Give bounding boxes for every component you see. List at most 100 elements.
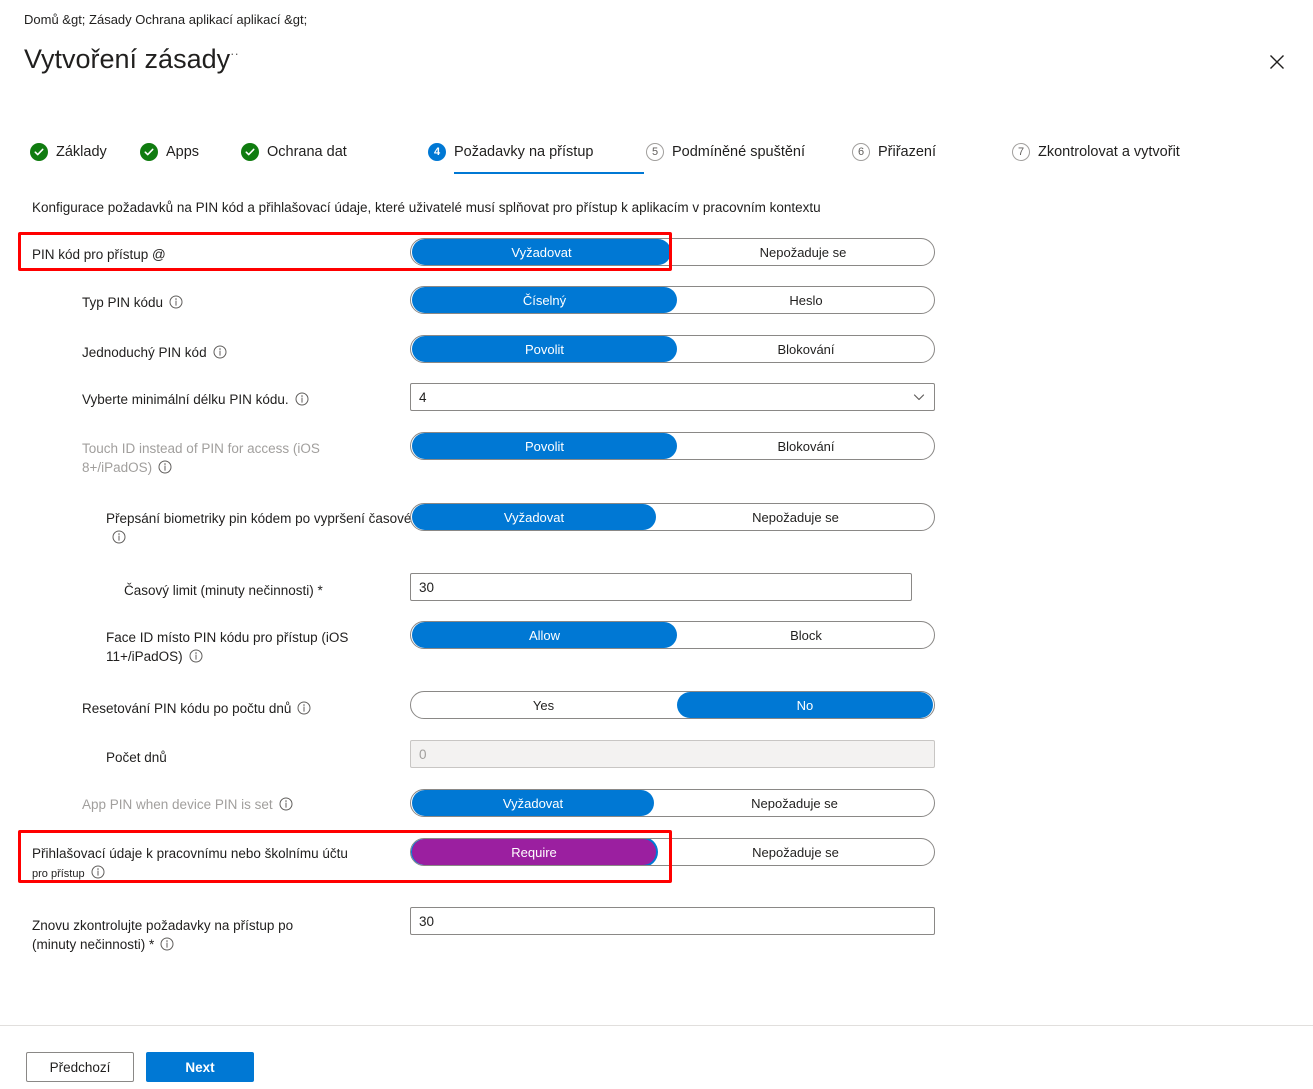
wizard-step-label: Apps: [166, 144, 200, 160]
toggle-option-touch-id-1[interactable]: Blokování: [678, 433, 934, 459]
field-label-timeout-minutes: Časový limit (minuty nečinnosti) *: [124, 581, 323, 600]
toggle-option-biometric-override-0[interactable]: Vyžadovat: [412, 504, 657, 530]
toggle-option-touch-id-0[interactable]: Povolit: [412, 433, 677, 459]
toggle-option-simple-pin-1[interactable]: Blokování: [678, 336, 934, 362]
dropdown-min-pin-length[interactable]: 4: [410, 383, 935, 411]
footer-actions: Předchozí Next: [26, 1052, 254, 1082]
toggle-option-pin-reset-after-days-0[interactable]: Yes: [411, 692, 676, 718]
toggle-touch-id[interactable]: Povolit Blokování: [410, 432, 935, 460]
toggle-option-work-school-credentials-0[interactable]: Require: [412, 839, 657, 865]
toggle-pin-for-access[interactable]: Vyžadovat Nepožaduje se: [410, 238, 935, 266]
toggle-option-work-school-credentials-1[interactable]: Nepožaduje se: [657, 839, 934, 865]
toggle-work-school-credentials[interactable]: Require Nepožaduje se: [410, 838, 935, 866]
field-label-text: Typ PIN kódu: [82, 295, 164, 310]
field-label-number-of-days: Počet dnů: [106, 748, 167, 767]
info-icon[interactable]: [91, 865, 105, 879]
field-label-text: Počet dnů: [106, 750, 167, 765]
wizard-steps: Základy Apps Ochrana dat 4 Požadavky na přís…: [30, 138, 1280, 174]
toggle-option-face-id-0[interactable]: Allow: [412, 622, 677, 648]
info-icon[interactable]: [160, 937, 174, 951]
field-label-text: Časový limit (minuty nečinnosti) *: [124, 583, 323, 598]
field-label-touch-id: Touch ID instead of PIN for access (iOS …: [82, 439, 372, 477]
toggle-option-pin-type-0[interactable]: Číselný: [412, 287, 677, 313]
page-title-suffix: ··: [230, 46, 239, 61]
toggle-option-biometric-override-1[interactable]: Nepožaduje se: [657, 504, 934, 530]
toggle-option-app-pin-when-device-pin-0[interactable]: Vyžadovat: [412, 790, 655, 816]
info-icon[interactable]: [112, 530, 126, 544]
field-label-face-id: Face ID místo PIN kódu pro přístup (iOS …: [106, 628, 406, 666]
step-number-badge: 6: [852, 143, 870, 161]
field-label-text: Jednoduchý PIN kód: [82, 345, 207, 360]
toggle-option-face-id-1[interactable]: Block: [678, 622, 934, 648]
field-label-pin-reset-after-days: Resetování PIN kódu po počtu dnů: [82, 699, 311, 718]
field-label-text: Face ID místo PIN kódu pro přístup (iOS …: [106, 630, 349, 664]
wizard-step-label: Požadavky na přístup: [454, 144, 594, 160]
check-icon: [140, 143, 158, 161]
wizard-step-label: Podmíněné spuštění: [672, 144, 806, 160]
wizard-step-1[interactable]: Základy: [30, 138, 107, 166]
field-label-text: Touch ID instead of PIN for access (iOS …: [82, 441, 320, 475]
wizard-step-label: Ochrana dat: [267, 144, 347, 160]
check-icon: [241, 143, 259, 161]
field-label-text: Přepsání biometriky pin kódem po vypršen…: [106, 511, 462, 526]
wizard-step-5[interactable]: 5 Podmíněné spuštění: [646, 138, 805, 166]
info-icon[interactable]: [297, 701, 311, 715]
page-title: Vytvoření zásady··: [24, 44, 239, 75]
field-label-text-line2: pro přístup: [32, 868, 85, 880]
toggle-pin-reset-after-days[interactable]: Yes No: [410, 691, 935, 719]
toggle-biometric-override[interactable]: Vyžadovat Nepožaduje se: [410, 503, 935, 531]
info-icon[interactable]: [158, 460, 172, 474]
info-icon[interactable]: [279, 797, 293, 811]
step-number-badge: 4: [428, 143, 446, 161]
toggle-option-pin-for-access-0[interactable]: Vyžadovat: [412, 239, 671, 265]
toggle-option-simple-pin-0[interactable]: Povolit: [412, 336, 677, 362]
check-icon: [30, 143, 48, 161]
wizard-step-3[interactable]: Ochrana dat: [241, 138, 347, 166]
field-label-recheck-access-requirements: Znovu zkontrolujte požadavky na přístup …: [32, 916, 332, 954]
toggle-simple-pin[interactable]: Povolit Blokování: [410, 335, 935, 363]
step-number-badge: 5: [646, 143, 664, 161]
field-label-text: PIN kód pro přístup @: [32, 247, 166, 262]
previous-button[interactable]: Předchozí: [26, 1052, 134, 1082]
toggle-option-app-pin-when-device-pin-1[interactable]: Nepožaduje se: [655, 790, 934, 816]
field-label-text: Resetování PIN kódu po počtu dnů: [82, 701, 292, 716]
field-label-work-school-credentials: Přihlašovací údaje k pracovnímu nebo ško…: [32, 844, 404, 884]
field-label-text: App PIN when device PIN is set: [82, 797, 273, 812]
field-label-min-pin-length: Vyberte minimální délku PIN kódu.: [82, 390, 309, 409]
page-title-text: Vytvoření zásady: [24, 44, 231, 74]
field-label-pin-type: Typ PIN kódu: [82, 293, 183, 312]
dropdown-value: 4: [419, 389, 427, 405]
input-number-of-days: [410, 740, 935, 768]
toggle-face-id[interactable]: Allow Block: [410, 621, 935, 649]
input-timeout-minutes[interactable]: [410, 573, 912, 601]
footer-divider: [0, 1025, 1313, 1026]
next-button[interactable]: Next: [146, 1052, 254, 1082]
info-icon[interactable]: [213, 345, 227, 359]
close-icon[interactable]: [1262, 47, 1292, 77]
info-icon[interactable]: [189, 649, 203, 663]
field-label-text: Vyberte minimální délku PIN kódu.: [82, 392, 289, 407]
field-label-pin-for-access: PIN kód pro přístup @: [32, 245, 166, 264]
field-label-app-pin-when-device-pin: App PIN when device PIN is set: [82, 795, 293, 814]
info-icon[interactable]: [295, 392, 309, 406]
toggle-option-pin-for-access-1[interactable]: Nepožaduje se: [672, 239, 934, 265]
section-description: Konfigurace požadavků na PIN kód a přihl…: [32, 200, 821, 215]
toggle-option-pin-reset-after-days-1[interactable]: No: [676, 692, 933, 718]
breadcrumb[interactable]: Domů &gt; Zásady Ochrana aplikací aplika…: [24, 12, 307, 27]
wizard-step-active-underline: [454, 172, 644, 174]
wizard-step-label: Základy: [56, 144, 107, 160]
input-recheck-access-requirements[interactable]: [410, 907, 935, 935]
info-icon[interactable]: [169, 295, 183, 309]
wizard-step-7[interactable]: 7 Zkontrolovat a vytvořit: [1012, 138, 1180, 166]
wizard-step-6[interactable]: 6 Přiřazení: [852, 138, 936, 166]
wizard-step-label: Zkontrolovat a vytvořit: [1038, 144, 1180, 160]
field-label-simple-pin: Jednoduchý PIN kód: [82, 343, 227, 362]
chevron-down-icon: [912, 390, 926, 404]
step-number-badge: 7: [1012, 143, 1030, 161]
wizard-step-4[interactable]: 4 Požadavky na přístup: [428, 138, 644, 174]
toggle-pin-type[interactable]: Číselný Heslo: [410, 286, 935, 314]
toggle-option-pin-type-1[interactable]: Heslo: [678, 287, 934, 313]
wizard-step-2[interactable]: Apps: [140, 138, 199, 166]
wizard-step-label: Přiřazení: [878, 144, 937, 160]
toggle-app-pin-when-device-pin[interactable]: Vyžadovat Nepožaduje se: [410, 789, 935, 817]
